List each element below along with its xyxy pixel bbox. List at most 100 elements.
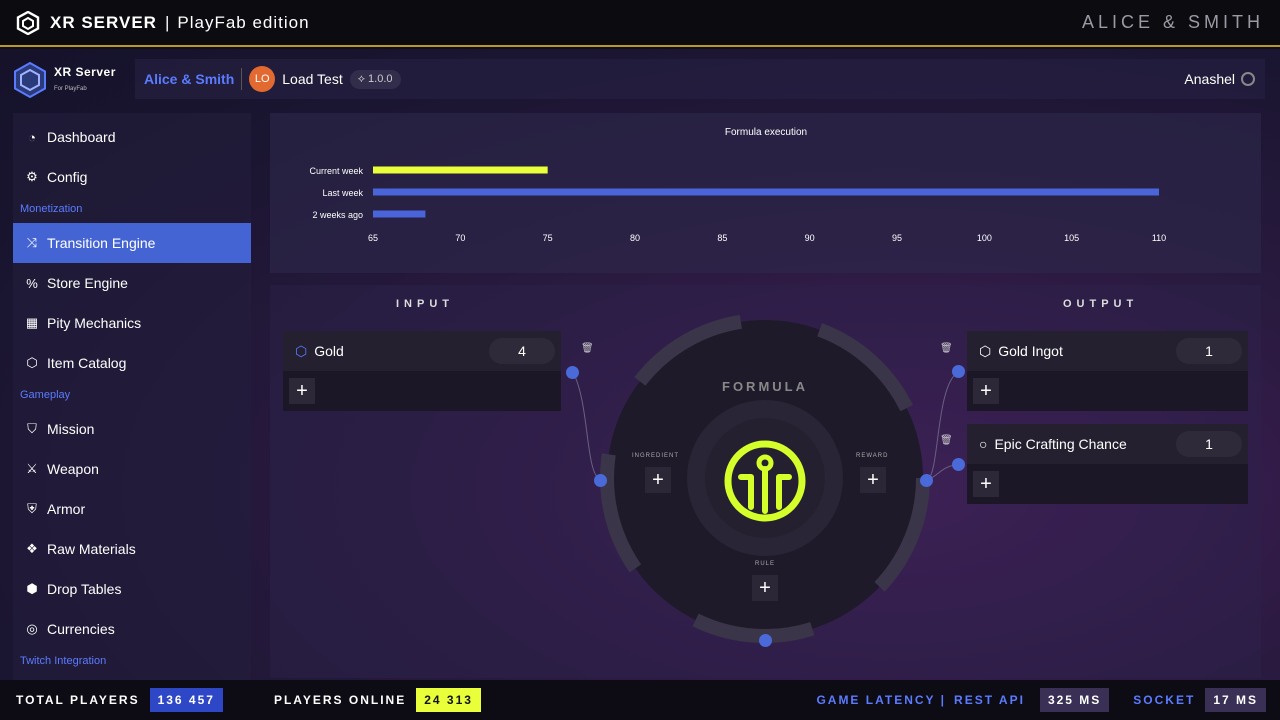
version-badge: ⟡ 1.0.0 (349, 69, 401, 89)
chart-tick-label: 65 (368, 233, 378, 243)
players-online-value: 24 313 (416, 688, 481, 712)
add-rule-button[interactable]: + (752, 575, 778, 601)
status-bar: TOTAL PLAYERS 136 457 PLAYERS ONLINE 24 … (0, 680, 1280, 720)
output-connector-node-2[interactable] (952, 458, 965, 471)
chart-tick-label: 110 (1152, 233, 1166, 243)
chart-tick-label: 75 (543, 233, 553, 243)
sidebar-item-raw-materials[interactable]: ❖ Raw Materials (13, 529, 251, 569)
rule-label: RULE (755, 561, 776, 567)
sidebar-item-label: Mission (47, 421, 95, 437)
pie-icon: ◔ (28, 129, 36, 145)
socket-label: SOCKET (1133, 693, 1196, 707)
output-item-row-2[interactable]: ○ Epic Crafting Chance 1 (967, 424, 1248, 464)
input-item-name: Gold (314, 343, 344, 359)
chart-category-label: Last week (322, 188, 363, 198)
players-online-label: PLAYERS ONLINE (273, 693, 407, 707)
sidebar-item-weapon[interactable]: ⚔ Weapon (13, 449, 251, 489)
input-connector-node[interactable] (566, 366, 579, 379)
header: XR Server For PlayFab Alice & Smith LO L… (0, 49, 1280, 111)
sidebar-item-label: Armor (47, 501, 86, 517)
chart-category-label: 2 weeks ago (312, 210, 363, 220)
sidebar-item-label: Config (47, 169, 88, 185)
sidebar-section-monetization: Monetization (20, 203, 83, 215)
percent-icon: % (26, 275, 38, 291)
sidebar-item-store-engine[interactable]: % Store Engine (13, 263, 251, 303)
app-edition: PlayFab edition (177, 12, 310, 32)
chart-bar (373, 210, 426, 218)
add-input-button[interactable]: + (289, 378, 315, 404)
title-separator: | (164, 12, 170, 32)
output-item-name-2: Epic Crafting Chance (994, 436, 1127, 452)
chart-title: Formula execution (725, 127, 807, 138)
sidebar-item-label: Dashboard (47, 129, 116, 145)
delete-input-trash-icon[interactable]: 🗑 (581, 343, 594, 354)
rule-connector-node[interactable] (759, 634, 772, 647)
chart-bar (373, 166, 548, 174)
breadcrumb: Alice & Smith LO Load Test ⟡ 1.0.0 Anash… (135, 59, 1265, 99)
output-connector-node-1[interactable] (952, 365, 965, 378)
sidebar-item-label: Currencies (47, 621, 115, 637)
reward-connector-node[interactable] (920, 474, 933, 487)
breadcrumb-org[interactable]: Alice & Smith (144, 71, 234, 87)
output-slot-2: ○ Epic Crafting Chance 1 + (967, 424, 1248, 504)
chart-tick-label: 105 (1064, 233, 1079, 243)
add-reward-button[interactable]: + (860, 467, 886, 493)
drop-tables-icon: ⬢ (26, 581, 38, 596)
chart-tick-label: 95 (892, 233, 902, 243)
add-output-button-2[interactable]: + (973, 471, 999, 497)
output-item-row-1[interactable]: ⬡ Gold Ingot 1 (967, 331, 1248, 371)
user-menu[interactable]: Anashel (1184, 71, 1255, 87)
app-subtitle: For PlayFab (54, 86, 87, 92)
input-connector-line (572, 371, 602, 481)
ingredient-connector-node[interactable] (594, 474, 607, 487)
sidebar-item-item-catalog[interactable]: ⬡ Item Catalog (13, 343, 251, 383)
total-players-label: TOTAL PLAYERS (16, 693, 140, 707)
sidebar-item-drop-tables[interactable]: ⬢ Drop Tables (13, 569, 251, 609)
sidebar-item-currencies[interactable]: ◎ Currencies (13, 609, 251, 649)
cube-icon: ⬡ (979, 342, 992, 359)
gear-icon: ⚙ (26, 169, 38, 184)
sidebar-item-label: Raw Materials (47, 541, 136, 557)
sidebar-item-label: Store Engine (47, 275, 128, 291)
chart-tick-label: 85 (717, 233, 727, 243)
app-logo[interactable]: XR Server For PlayFab (12, 61, 116, 99)
settings-gear-icon[interactable] (1241, 72, 1255, 86)
app-name: XR Server (54, 65, 116, 79)
socket-value: 17 MS (1205, 688, 1266, 712)
sidebar-item-dashboard[interactable]: ◔ Dashboard (13, 117, 251, 157)
game-latency-label: GAME LATENCY | (816, 693, 947, 707)
app-title: XR SERVER (50, 12, 157, 32)
project-avatar[interactable]: LO (249, 66, 276, 92)
formula-panel: INPUT OUTPUT ⬡ Gold 4 + 🗑 ⬡ Gold Ingot 1… (270, 285, 1261, 678)
sidebar-item-pity-mechanics[interactable]: ▦ Pity Mechanics (13, 303, 251, 343)
armor-icon: ⛨ (27, 501, 37, 516)
add-output-button-1[interactable]: + (973, 378, 999, 404)
sidebar-item-label: Pity Mechanics (47, 315, 142, 331)
delete-output-2-trash-icon[interactable]: 🗑 (940, 435, 953, 446)
sidebar-section-twitch-integration: Twitch Integration (20, 655, 107, 667)
output-quantity-field-1[interactable]: 1 (1176, 338, 1242, 364)
pity-icon: ▦ (25, 315, 39, 330)
version-text: 1.0.0 (368, 72, 393, 85)
output-slot-1: ⬡ Gold Ingot 1 + (967, 331, 1248, 411)
output-quantity-field-2[interactable]: 1 (1176, 431, 1242, 457)
sidebar-item-config[interactable]: ⚙ Config (13, 157, 251, 197)
delete-output-1-trash-icon[interactable]: 🗑 (940, 343, 953, 354)
chart-tick-label: 100 (977, 233, 992, 243)
input-item-row[interactable]: ⬡ Gold 4 (283, 331, 561, 371)
input-quantity-field[interactable]: 4 (489, 338, 555, 364)
sidebar-item-mission[interactable]: ⛉ Mission (13, 409, 251, 449)
formula-ring: FORMULA INGREDIENT REWARD RULE + + + (600, 313, 930, 643)
brand-logo: ALICE & SMITH (1081, 12, 1264, 32)
sidebar-item-armor[interactable]: ⛨ Armor (13, 489, 251, 529)
title-bar: XR SERVER | PlayFab edition ALICE & SMIT… (0, 0, 1280, 47)
add-ingredient-button[interactable]: + (645, 467, 671, 493)
chart-tick-label: 70 (455, 233, 465, 243)
sidebar-item-transition-engine[interactable]: ⤨ Transition Engine (13, 223, 251, 263)
sidebar-item-label: Drop Tables (47, 581, 122, 597)
breadcrumb-project[interactable]: Load Test (282, 71, 342, 87)
output-item-name-1: Gold Ingot (998, 343, 1063, 359)
formula-title: FORMULA (722, 379, 808, 394)
ingredient-label: INGREDIENT (632, 453, 680, 459)
breadcrumb-divider (241, 68, 243, 90)
